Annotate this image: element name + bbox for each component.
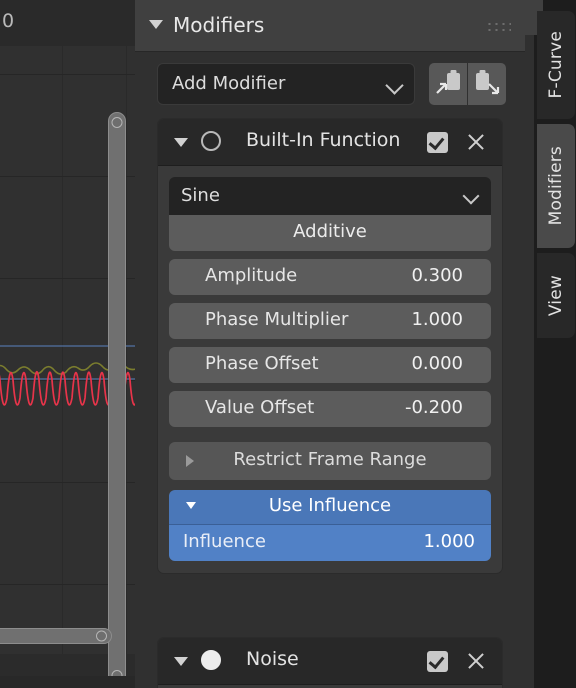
circle-outline-icon[interactable] — [201, 131, 221, 151]
function-type-combo: Sine Additive — [169, 177, 491, 251]
tab-label: F-Curve — [546, 31, 566, 99]
modifier-expand-triangle-icon[interactable] — [174, 657, 188, 666]
paste-from-clipboard-icon — [476, 70, 500, 95]
modifier-body: Sine Additive Amplitude 0.300 Phase Mult… — [158, 166, 502, 573]
field-value: -0.200 — [404, 397, 463, 418]
function-type-value: Sine — [181, 185, 220, 206]
modifier-expand-triangle-icon[interactable] — [174, 138, 188, 147]
add-modifier-row: Add Modifier — [135, 63, 525, 107]
field-amplitude[interactable]: Amplitude 0.300 — [169, 259, 491, 295]
copy-to-clipboard-button[interactable] — [429, 63, 467, 105]
add-modifier-label: Add Modifier — [172, 73, 286, 94]
use-influence-label: Use Influence — [268, 495, 392, 516]
tab-modifiers[interactable]: Modifiers — [537, 124, 575, 248]
chevron-down-icon — [385, 76, 404, 95]
influence-value: 1.000 — [423, 531, 475, 552]
restrict-frame-range-label: Restrict Frame Range — [233, 449, 427, 470]
additive-toggle-label: Additive — [293, 221, 367, 242]
axis-value-label: 0 — [2, 10, 15, 32]
field-phase-multiplier[interactable]: Phase Multiplier 1.000 — [169, 303, 491, 339]
blender-graph-editor-window: 0 Modifiers Add Modifier Built-In Functi… — [0, 0, 576, 688]
influence-slider[interactable]: Influence 1.000 — [169, 525, 491, 561]
graph-editor-footer — [0, 676, 135, 688]
graph-horizontal-scrollbar[interactable] — [0, 628, 112, 644]
field-value: 0.000 — [411, 353, 463, 374]
function-type-select[interactable]: Sine — [169, 177, 491, 215]
modifier-delete-x-icon[interactable] — [466, 132, 486, 152]
tab-strip-spine — [525, 0, 534, 688]
sidebar-tab-strip: F-Curve Modifiers View — [525, 0, 576, 688]
paste-from-clipboard-button[interactable] — [468, 63, 506, 105]
field-label: Phase Multiplier — [205, 309, 349, 330]
modifier-enable-checkbox[interactable] — [427, 651, 448, 672]
field-label: Amplitude — [205, 265, 298, 286]
use-influence-header[interactable]: Use Influence — [169, 490, 491, 525]
scrollbar-grip-right[interactable] — [96, 630, 107, 642]
modifier-card-built-in-function: Built-In Function Sine Additive Amplitud… — [157, 118, 503, 574]
field-phase-offset[interactable]: Phase Offset 0.000 — [169, 347, 491, 383]
influence-label: Influence — [183, 531, 266, 552]
grip-dots-icon[interactable] — [485, 20, 511, 32]
modifier-header[interactable]: Noise — [158, 638, 502, 685]
graph-editor-region: 0 — [0, 0, 135, 688]
field-label: Value Offset — [205, 397, 315, 418]
tab-f-curve[interactable]: F-Curve — [537, 11, 575, 119]
sidebar-properties-region: Modifiers Add Modifier Built-In Function… — [135, 0, 525, 688]
modifier-card-noise: Noise — [157, 637, 503, 688]
field-value: 0.300 — [411, 265, 463, 286]
tab-label: View — [546, 274, 566, 317]
modifier-delete-x-icon[interactable] — [466, 651, 486, 671]
graph-vertical-scrollbar[interactable] — [108, 112, 126, 686]
graph-editor-header: 0 — [0, 0, 135, 47]
chevron-down-icon — [462, 187, 480, 205]
add-modifier-dropdown[interactable]: Add Modifier — [157, 63, 415, 105]
tab-label: Modifiers — [546, 146, 566, 226]
tab-view[interactable]: View — [537, 253, 575, 338]
additive-toggle[interactable]: Additive — [169, 215, 491, 251]
copy-to-clipboard-icon — [436, 70, 460, 94]
modifier-enable-checkbox[interactable] — [427, 132, 448, 153]
modifier-header[interactable]: Built-In Function — [158, 119, 502, 166]
restrict-frame-range-panel[interactable]: Restrict Frame Range — [169, 442, 491, 480]
scrollbar-grip-top[interactable] — [111, 117, 123, 128]
page-title: Modifiers — [173, 13, 265, 37]
field-label: Phase Offset — [205, 353, 319, 374]
modifier-title: Noise — [246, 648, 299, 670]
circle-filled-icon[interactable] — [201, 650, 221, 670]
modifier-title: Built-In Function — [246, 129, 401, 151]
field-value: 1.000 — [411, 309, 463, 330]
graph-canvas[interactable] — [0, 46, 135, 686]
modifiers-panel-header[interactable]: Modifiers — [135, 0, 525, 52]
panel-expand-triangle-icon[interactable] — [149, 20, 163, 29]
field-value-offset[interactable]: Value Offset -0.200 — [169, 391, 491, 427]
use-influence-panel: Use Influence Influence 1.000 — [169, 490, 491, 561]
